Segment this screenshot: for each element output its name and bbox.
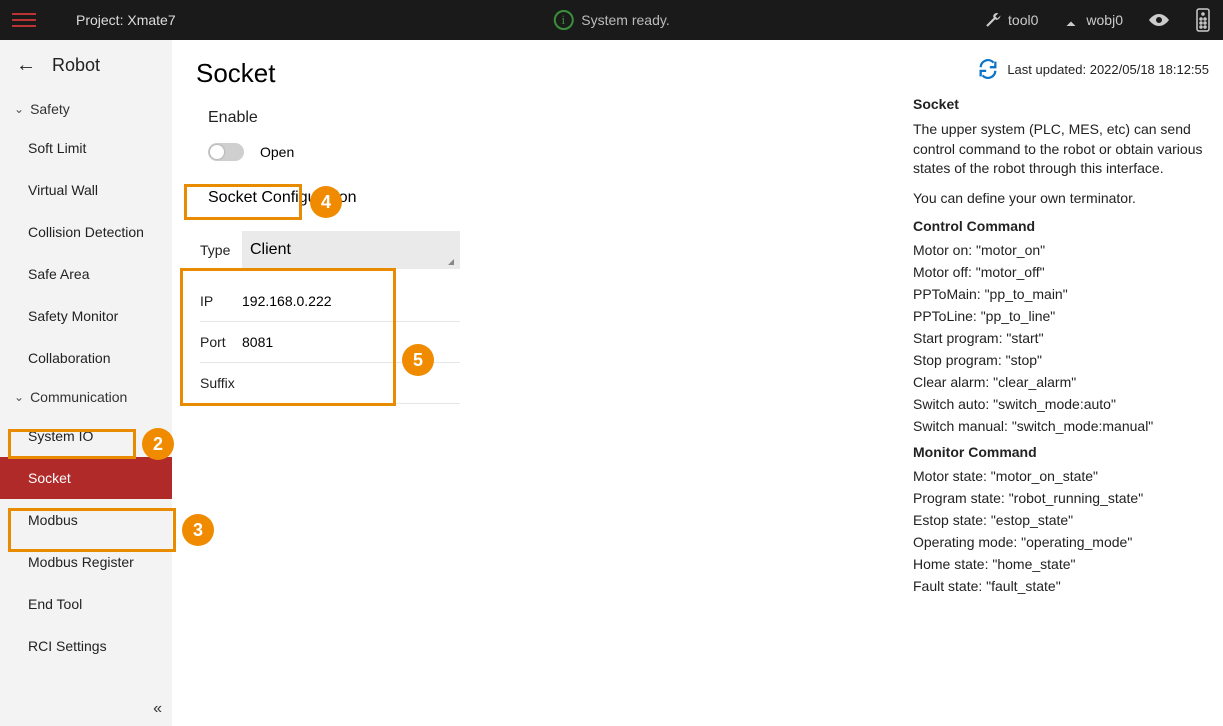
hamburger-menu-icon[interactable] xyxy=(12,8,36,32)
sidebar-item-collaboration[interactable]: Collaboration xyxy=(0,337,172,379)
group-safety[interactable]: ⌄ Safety xyxy=(0,91,172,127)
sidebar-item-modbus[interactable]: Modbus xyxy=(0,499,172,541)
main-content: Socket Enable Open Socket Configuration … xyxy=(172,40,903,726)
sidebar-item-safety-monitor[interactable]: Safety Monitor xyxy=(0,295,172,337)
sidebar-item-soft-limit[interactable]: Soft Limit xyxy=(0,127,172,169)
enable-toggle-row: Open xyxy=(208,143,879,161)
refresh-button[interactable] xyxy=(977,58,999,80)
type-value: Client xyxy=(250,241,291,258)
help-panel: Last updated: 2022/05/18 18:12:55 Socket… xyxy=(903,40,1223,726)
tool-label: tool0 xyxy=(1008,12,1038,28)
help-title: Socket xyxy=(913,96,1209,112)
top-actions: tool0 wobj0 xyxy=(984,8,1211,32)
control-cmd: Motor off: "motor_off" xyxy=(913,264,1209,280)
last-updated: Last updated: 2022/05/18 18:12:55 xyxy=(1007,62,1209,77)
control-cmd: Switch manual: "switch_mode:manual" xyxy=(913,418,1209,434)
monitor-cmd: Operating mode: "operating_mode" xyxy=(913,534,1209,550)
collapse-sidebar-icon[interactable]: « xyxy=(153,700,162,718)
sidebar-item-socket[interactable]: Socket xyxy=(0,457,172,499)
sidebar-item-modbus-register[interactable]: Modbus Register xyxy=(0,541,172,583)
monitor-cmd: Fault state: "fault_state" xyxy=(913,578,1209,594)
annotation-num-3: 3 xyxy=(182,514,214,546)
sidebar: ← Robot ⌄ Safety Soft Limit Virtual Wall… xyxy=(0,40,172,726)
sidebar-item-virtual-wall[interactable]: Virtual Wall xyxy=(0,169,172,211)
tool-selector[interactable]: tool0 xyxy=(984,11,1038,29)
annotation-num-5: 5 xyxy=(402,344,434,376)
pendant-icon xyxy=(1195,8,1211,32)
wobj-icon xyxy=(1062,11,1080,29)
type-label: Type xyxy=(200,242,242,258)
monitor-cmd: Motor state: "motor_on_state" xyxy=(913,468,1209,484)
chevron-down-icon: ⌄ xyxy=(14,102,24,116)
page-title: Socket xyxy=(196,58,879,89)
control-command-title: Control Command xyxy=(913,218,1209,234)
control-cmd: Stop program: "stop" xyxy=(913,352,1209,368)
wobj-selector[interactable]: wobj0 xyxy=(1062,11,1123,29)
group-safety-label: Safety xyxy=(30,101,70,117)
status-text: System ready. xyxy=(581,12,669,28)
control-cmd: PPToLine: "pp_to_line" xyxy=(913,308,1209,324)
help-intro-1: The upper system (PLC, MES, etc) can sen… xyxy=(913,120,1209,179)
control-cmd: PPToMain: "pp_to_main" xyxy=(913,286,1209,302)
help-intro-2: You can define your own terminator. xyxy=(913,189,1209,209)
sidebar-item-rci-settings[interactable]: RCI Settings xyxy=(0,625,172,667)
enable-toggle[interactable] xyxy=(208,143,244,161)
monitor-cmd: Home state: "home_state" xyxy=(913,556,1209,572)
control-cmd: Motor on: "motor_on" xyxy=(913,242,1209,258)
pendant-button[interactable] xyxy=(1195,8,1211,32)
visibility-button[interactable] xyxy=(1147,11,1171,29)
info-icon: i xyxy=(553,10,573,30)
monitor-cmd: Estop state: "estop_state" xyxy=(913,512,1209,528)
cfg-row-type: Type Client xyxy=(200,219,460,281)
monitor-command-title: Monitor Command xyxy=(913,444,1209,460)
cfg-row-ip: IP xyxy=(200,281,460,322)
control-cmd: Clear alarm: "clear_alarm" xyxy=(913,374,1209,390)
annotation-num-2: 2 xyxy=(142,428,174,460)
suffix-label: Suffix xyxy=(200,375,242,391)
control-cmd: Start program: "start" xyxy=(913,330,1209,346)
control-cmd: Switch auto: "switch_mode:auto" xyxy=(913,396,1209,412)
chevron-down-icon: ⌄ xyxy=(14,390,24,404)
refresh-icon xyxy=(977,58,999,80)
port-label: Port xyxy=(200,334,242,350)
sidebar-header: ← Robot xyxy=(0,40,172,91)
monitor-cmd: Program state: "robot_running_state" xyxy=(913,490,1209,506)
suffix-input[interactable] xyxy=(242,375,402,391)
port-input[interactable] xyxy=(242,334,402,350)
toggle-label: Open xyxy=(260,144,294,160)
annotation-num-4: 4 xyxy=(310,186,342,218)
group-communication[interactable]: ⌄ Communication xyxy=(0,379,172,415)
type-select[interactable]: Client xyxy=(242,231,460,269)
ip-label: IP xyxy=(200,293,242,309)
sidebar-item-safe-area[interactable]: Safe Area xyxy=(0,253,172,295)
config-section-title: Socket Configuration xyxy=(208,189,879,207)
back-arrow-icon[interactable]: ← xyxy=(16,54,36,77)
eye-icon xyxy=(1147,11,1171,29)
ip-input[interactable] xyxy=(242,293,402,309)
topbar: Project: Xmate7 i System ready. tool0 wo… xyxy=(0,0,1223,40)
enable-section-title: Enable xyxy=(208,109,879,127)
sidebar-item-end-tool[interactable]: End Tool xyxy=(0,583,172,625)
sidebar-item-collision-detection[interactable]: Collision Detection xyxy=(0,211,172,253)
project-label: Project: Xmate7 xyxy=(76,12,176,28)
wobj-label: wobj0 xyxy=(1086,12,1123,28)
wrench-icon xyxy=(984,11,1002,29)
group-communication-label: Communication xyxy=(30,389,127,405)
sidebar-title: Robot xyxy=(52,55,100,76)
system-status: i System ready. xyxy=(553,10,669,30)
